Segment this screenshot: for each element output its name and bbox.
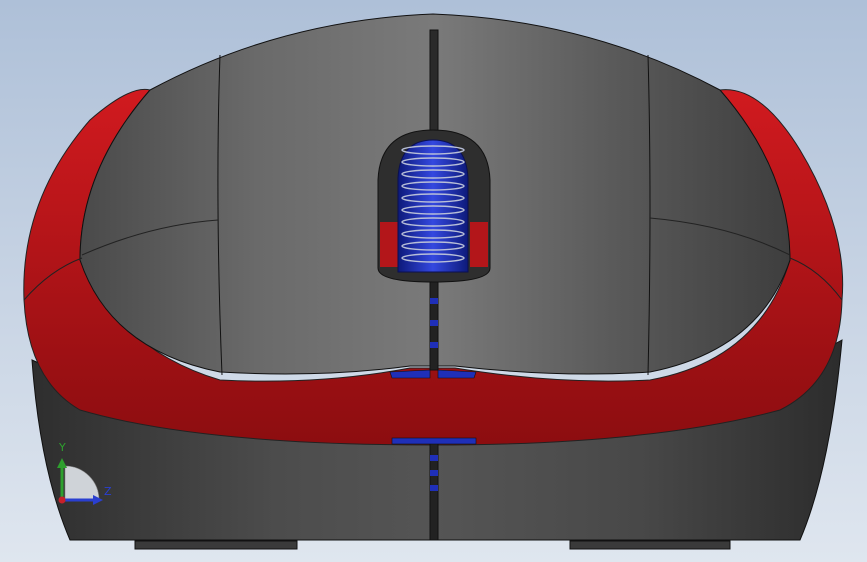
triad-x-axis xyxy=(58,496,66,504)
wheel-well-red-left xyxy=(380,222,398,267)
center-split-top xyxy=(429,29,439,141)
mouse-foot-left xyxy=(134,540,298,550)
triad-z-label: Z xyxy=(104,485,112,498)
triad-y-label: Y xyxy=(59,441,66,454)
graphics-viewport[interactable]: Y Z xyxy=(0,0,867,562)
mouse-3d-model[interactable] xyxy=(0,0,867,562)
mouse-foot-right xyxy=(569,540,731,550)
front-slot-lower xyxy=(391,437,477,445)
wheel-well-red-right xyxy=(470,222,488,267)
